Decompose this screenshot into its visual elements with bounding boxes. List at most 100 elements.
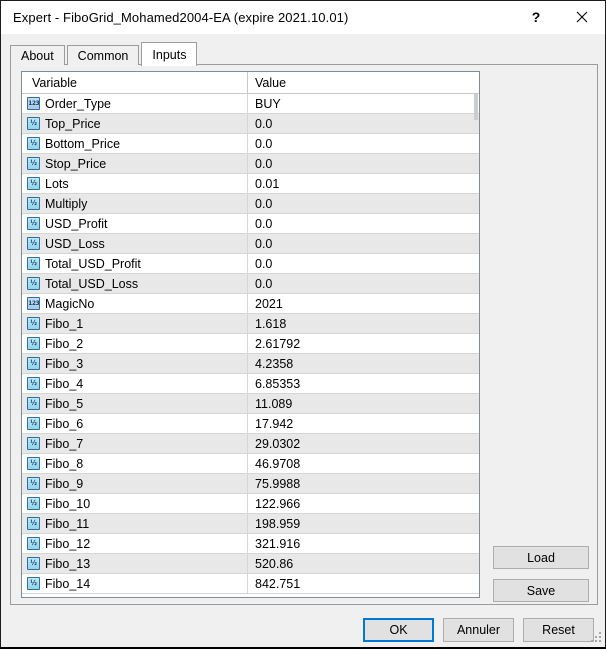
cell-variable[interactable]: ½Lots	[22, 174, 248, 193]
cell-value[interactable]: 1.618	[248, 314, 479, 333]
table-row[interactable]: ½USD_Loss0.0	[22, 234, 479, 254]
cell-variable[interactable]: ½Fibo_8	[22, 454, 248, 473]
table-row[interactable]: ½Fibo_12321.916	[22, 534, 479, 554]
cell-value[interactable]: 2.61792	[248, 334, 479, 353]
cell-value[interactable]: BUY	[248, 94, 479, 113]
cell-variable[interactable]: ½Fibo_14	[22, 574, 248, 593]
cell-value[interactable]: 6.85353	[248, 374, 479, 393]
cell-variable[interactable]: ½Fibo_11	[22, 514, 248, 533]
save-button[interactable]: Save	[493, 579, 589, 602]
inputs-grid[interactable]: Variable Value 123Order_TypeBUY½Top_Pric…	[21, 71, 480, 598]
cell-variable[interactable]: ½Fibo_3	[22, 354, 248, 373]
cell-variable[interactable]: ½Fibo_9	[22, 474, 248, 493]
cell-value[interactable]: 0.0	[248, 114, 479, 133]
cell-value[interactable]: 122.966	[248, 494, 479, 513]
table-row[interactable]: ½Lots0.01	[22, 174, 479, 194]
cell-value[interactable]: 321.916	[248, 534, 479, 553]
cell-variable[interactable]: ½Multiply	[22, 194, 248, 213]
table-row[interactable]: ½Fibo_4 6.85353	[22, 374, 479, 394]
table-row[interactable]: ½Fibo_846.9708	[22, 454, 479, 474]
table-row[interactable]: ½Fibo_11198.959	[22, 514, 479, 534]
table-row[interactable]: ½Fibo_14842.751	[22, 574, 479, 594]
table-row[interactable]: ½Fibo_34.2358	[22, 354, 479, 374]
table-row[interactable]: ½Stop_Price0.0	[22, 154, 479, 174]
cell-value[interactable]: 11.089	[248, 394, 479, 413]
cancel-button[interactable]: Annuler	[443, 618, 514, 642]
cell-variable[interactable]: ½Fibo_5	[22, 394, 248, 413]
cell-value[interactable]: 0.0	[248, 154, 479, 173]
column-header-variable[interactable]: Variable	[22, 72, 248, 93]
variable-value: 75.9988	[255, 477, 300, 491]
table-row[interactable]: ½Total_USD_Profit0.0	[22, 254, 479, 274]
double-type-icon: ½	[27, 457, 40, 470]
help-button[interactable]: ?	[513, 1, 559, 33]
tab-inputs[interactable]: Inputs	[141, 42, 197, 66]
cell-value[interactable]: 29.0302	[248, 434, 479, 453]
cell-value[interactable]: 46.9708	[248, 454, 479, 473]
reset-button[interactable]: Reset	[523, 618, 594, 642]
grid-scrollbar-thumb[interactable]	[474, 94, 478, 120]
table-row[interactable]: ½Fibo_22.61792	[22, 334, 479, 354]
table-row[interactable]: ½Fibo_729.0302	[22, 434, 479, 454]
cell-value[interactable]: 17.942	[248, 414, 479, 433]
table-row[interactable]: ½Fibo_9 75.9988	[22, 474, 479, 494]
cell-value[interactable]: 0.0	[248, 134, 479, 153]
table-row[interactable]: ½Top_Price0.0	[22, 114, 479, 134]
cell-variable[interactable]: ½Fibo_10	[22, 494, 248, 513]
column-header-value-label: Value	[255, 76, 286, 90]
type-icon-label: 123	[28, 301, 39, 307]
table-row[interactable]: ½USD_Profit0.0	[22, 214, 479, 234]
cell-variable[interactable]: 123MagicNo	[22, 294, 248, 313]
cell-variable[interactable]: ½Top_Price	[22, 114, 248, 133]
cell-variable[interactable]: 123Order_Type	[22, 94, 248, 113]
table-row[interactable]: ½Fibo_617.942	[22, 414, 479, 434]
cell-variable[interactable]: ½Fibo_13	[22, 554, 248, 573]
cell-value[interactable]: 0.0	[248, 254, 479, 273]
cell-variable[interactable]: ½Fibo_1	[22, 314, 248, 333]
cell-value[interactable]: 2021	[248, 294, 479, 313]
table-row[interactable]: ½Multiply0.0	[22, 194, 479, 214]
resize-grip[interactable]	[591, 632, 602, 643]
cell-variable[interactable]: ½Total_USD_Loss	[22, 274, 248, 293]
tab-common-label: Common	[78, 49, 129, 63]
variable-value: 6.85353	[255, 377, 300, 391]
double-type-icon: ½	[27, 377, 40, 390]
ok-button-label: OK	[389, 623, 407, 637]
cell-value[interactable]: 0.0	[248, 274, 479, 293]
cell-variable[interactable]: ½USD_Loss	[22, 234, 248, 253]
table-row[interactable]: ½Fibo_13520.86	[22, 554, 479, 574]
cell-value[interactable]: 0.0	[248, 234, 479, 253]
table-row[interactable]: ½Bottom_Price0.0	[22, 134, 479, 154]
column-header-value[interactable]: Value	[248, 72, 479, 93]
table-row[interactable]: 123MagicNo2021	[22, 294, 479, 314]
cell-variable[interactable]: ½Fibo_6	[22, 414, 248, 433]
cell-value[interactable]: 520.86	[248, 554, 479, 573]
tab-about[interactable]: About	[10, 45, 65, 65]
ok-button[interactable]: OK	[363, 618, 434, 642]
cell-value[interactable]: 75.9988	[248, 474, 479, 493]
cell-variable[interactable]: ½Total_USD_Profit	[22, 254, 248, 273]
cell-value[interactable]: 4.2358	[248, 354, 479, 373]
table-row[interactable]: ½Fibo_10122.966	[22, 494, 479, 514]
grid-header-row: Variable Value	[22, 72, 479, 94]
tab-common[interactable]: Common	[67, 45, 140, 65]
table-row[interactable]: ½Total_USD_Loss0.0	[22, 274, 479, 294]
cell-value[interactable]: 0.01	[248, 174, 479, 193]
cell-value[interactable]: 198.959	[248, 514, 479, 533]
cell-variable[interactable]: ½Fibo_4	[22, 374, 248, 393]
table-row[interactable]: ½Fibo_11.618	[22, 314, 479, 334]
table-row[interactable]: 123Order_TypeBUY	[22, 94, 479, 114]
close-button[interactable]	[559, 1, 605, 33]
cell-value[interactable]: 0.0	[248, 194, 479, 213]
cell-variable[interactable]: ½Bottom_Price	[22, 134, 248, 153]
cell-variable[interactable]: ½USD_Profit	[22, 214, 248, 233]
load-button[interactable]: Load	[493, 546, 589, 569]
cell-variable[interactable]: ½Fibo_2	[22, 334, 248, 353]
grid-vertical-scrollbar[interactable]	[474, 73, 478, 597]
cell-variable[interactable]: ½Fibo_12	[22, 534, 248, 553]
cell-value[interactable]: 842.751	[248, 574, 479, 593]
cell-variable[interactable]: ½Fibo_7	[22, 434, 248, 453]
table-row[interactable]: ½Fibo_511.089	[22, 394, 479, 414]
cell-variable[interactable]: ½Stop_Price	[22, 154, 248, 173]
cell-value[interactable]: 0.0	[248, 214, 479, 233]
